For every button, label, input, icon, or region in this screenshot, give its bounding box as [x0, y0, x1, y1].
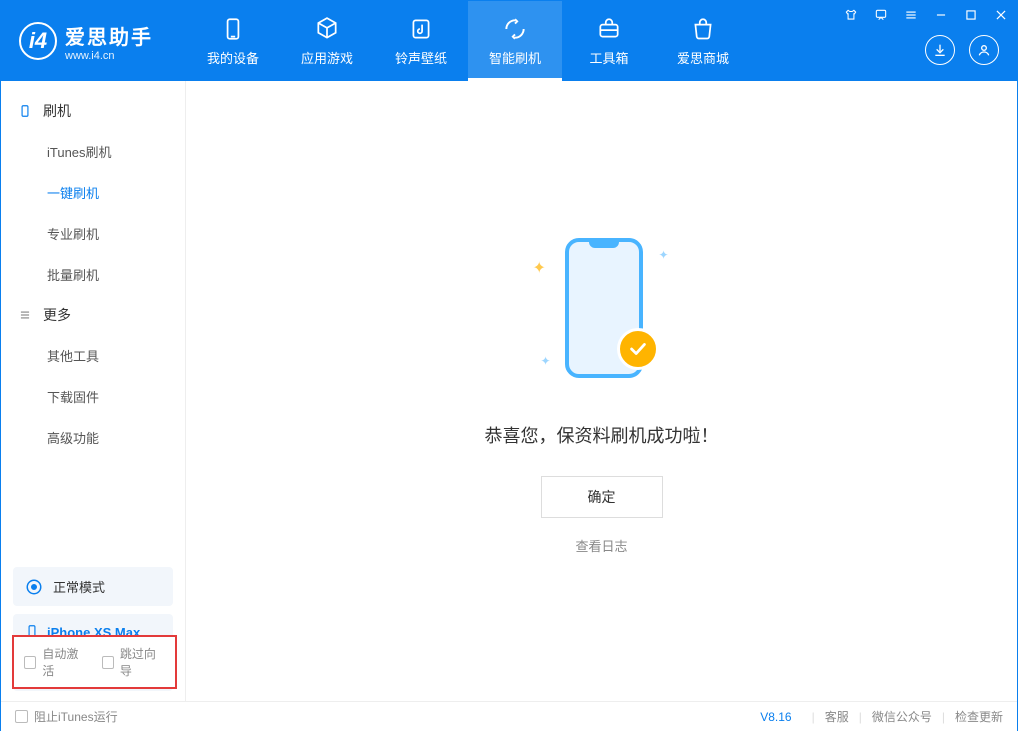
window-controls — [841, 5, 1011, 25]
success-message: 恭喜您，保资料刷机成功啦！ — [485, 422, 719, 448]
device-mode-card[interactable]: 正常模式 — [13, 567, 173, 606]
checkbox-label: 自动激活 — [42, 645, 87, 679]
app-logo-block: i4 爱思助手 www.i4.cn — [1, 1, 186, 81]
shirt-icon[interactable] — [841, 5, 861, 25]
check-update-link[interactable]: 检查更新 — [955, 708, 1003, 725]
tab-label: 工具箱 — [589, 48, 628, 67]
user-account-button[interactable] — [969, 35, 999, 65]
app-name-en: www.i4.cn — [65, 50, 153, 62]
version-text: V8.16 — [760, 710, 791, 724]
sidebar: 刷机 iTunes刷机 一键刷机 专业刷机 批量刷机 更多 其他工具 下载固件 … — [1, 81, 186, 701]
checkbox-box-icon — [15, 710, 28, 723]
checkbox-box-icon — [24, 656, 36, 669]
tab-toolbox[interactable]: 工具箱 — [562, 1, 656, 81]
section-title: 更多 — [43, 305, 71, 325]
highlighted-options: 自动激活 跳过向导 — [12, 635, 177, 689]
section-title: 刷机 — [43, 101, 71, 121]
refresh-icon — [502, 16, 528, 42]
tab-label: 铃声壁纸 — [395, 48, 447, 67]
tab-label: 爱思商城 — [677, 48, 729, 67]
sparkle-icon: ✦ — [533, 258, 546, 278]
sidebar-item-onekey-flash[interactable]: 一键刷机 — [1, 172, 185, 213]
checkbox-block-itunes[interactable]: 阻止iTunes运行 — [15, 708, 118, 725]
wechat-link[interactable]: 微信公众号 — [872, 708, 932, 725]
separator: | — [812, 710, 815, 724]
status-ok-icon — [25, 578, 43, 596]
tab-label: 应用游戏 — [301, 48, 353, 67]
tab-smart-flash[interactable]: 智能刷机 — [468, 1, 562, 81]
tab-my-device[interactable]: 我的设备 — [186, 1, 280, 81]
cube-icon — [314, 16, 340, 42]
device-mode-text: 正常模式 — [53, 577, 105, 596]
app-name-cn: 爱思助手 — [65, 21, 153, 50]
tab-label: 智能刷机 — [489, 48, 541, 67]
status-bar: 阻止iTunes运行 V8.16 | 客服 | 微信公众号 | 检查更新 — [1, 701, 1017, 731]
checkbox-skip-guide[interactable]: 跳过向导 — [102, 645, 166, 679]
tab-label: 我的设备 — [207, 48, 259, 67]
sidebar-item-download-firmware[interactable]: 下载固件 — [1, 376, 185, 417]
device-icon — [220, 16, 246, 42]
sidebar-item-other-tools[interactable]: 其他工具 — [1, 335, 185, 376]
checkbox-label: 阻止iTunes运行 — [34, 708, 118, 725]
success-illustration: ✦ ✦ ✦ — [517, 228, 687, 398]
check-badge-icon — [617, 328, 659, 370]
app-logo-icon: i4 — [19, 22, 57, 60]
tab-store[interactable]: 爱思商城 — [656, 1, 750, 81]
sparkle-icon: ✦ — [541, 354, 551, 368]
content-area: 刷机 iTunes刷机 一键刷机 专业刷机 批量刷机 更多 其他工具 下载固件 … — [1, 81, 1017, 701]
minimize-button[interactable] — [931, 5, 951, 25]
app-logo-text: 爱思助手 www.i4.cn — [65, 21, 153, 62]
sidebar-item-itunes-flash[interactable]: iTunes刷机 — [1, 131, 185, 172]
top-tabs: 我的设备 应用游戏 铃声壁纸 智能刷机 工具箱 — [186, 1, 750, 81]
sidebar-section-flash: 刷机 — [1, 91, 185, 131]
list-icon — [17, 307, 33, 323]
feedback-icon[interactable] — [871, 5, 891, 25]
sidebar-item-batch-flash[interactable]: 批量刷机 — [1, 254, 185, 295]
toolbox-icon — [596, 16, 622, 42]
menu-icon[interactable] — [901, 5, 921, 25]
sidebar-section-more: 更多 — [1, 295, 185, 335]
ok-button[interactable]: 确定 — [541, 476, 663, 518]
sidebar-scroll: 刷机 iTunes刷机 一键刷机 专业刷机 批量刷机 更多 其他工具 下载固件 … — [1, 81, 185, 559]
sidebar-item-pro-flash[interactable]: 专业刷机 — [1, 213, 185, 254]
tab-ringtones[interactable]: 铃声壁纸 — [374, 1, 468, 81]
support-link[interactable]: 客服 — [825, 708, 849, 725]
separator: | — [942, 710, 945, 724]
sparkle-icon: ✦ — [658, 248, 668, 262]
title-bar: i4 爱思助手 www.i4.cn 我的设备 应用游戏 铃声壁纸 — [1, 1, 1017, 81]
phone-icon — [17, 103, 33, 119]
sidebar-item-advanced[interactable]: 高级功能 — [1, 417, 185, 458]
checkbox-auto-activate[interactable]: 自动激活 — [24, 645, 88, 679]
checkbox-label: 跳过向导 — [120, 645, 165, 679]
main-panel: ✦ ✦ ✦ 恭喜您，保资料刷机成功啦！ 确定 查看日志 — [186, 81, 1017, 701]
view-log-link[interactable]: 查看日志 — [575, 536, 627, 555]
maximize-button[interactable] — [961, 5, 981, 25]
checkbox-box-icon — [102, 656, 114, 669]
titlebar-actions — [925, 35, 999, 65]
music-note-icon — [408, 16, 434, 42]
tab-apps-games[interactable]: 应用游戏 — [280, 1, 374, 81]
separator: | — [859, 710, 862, 724]
close-button[interactable] — [991, 5, 1011, 25]
shopping-bag-icon — [690, 16, 716, 42]
download-button[interactable] — [925, 35, 955, 65]
